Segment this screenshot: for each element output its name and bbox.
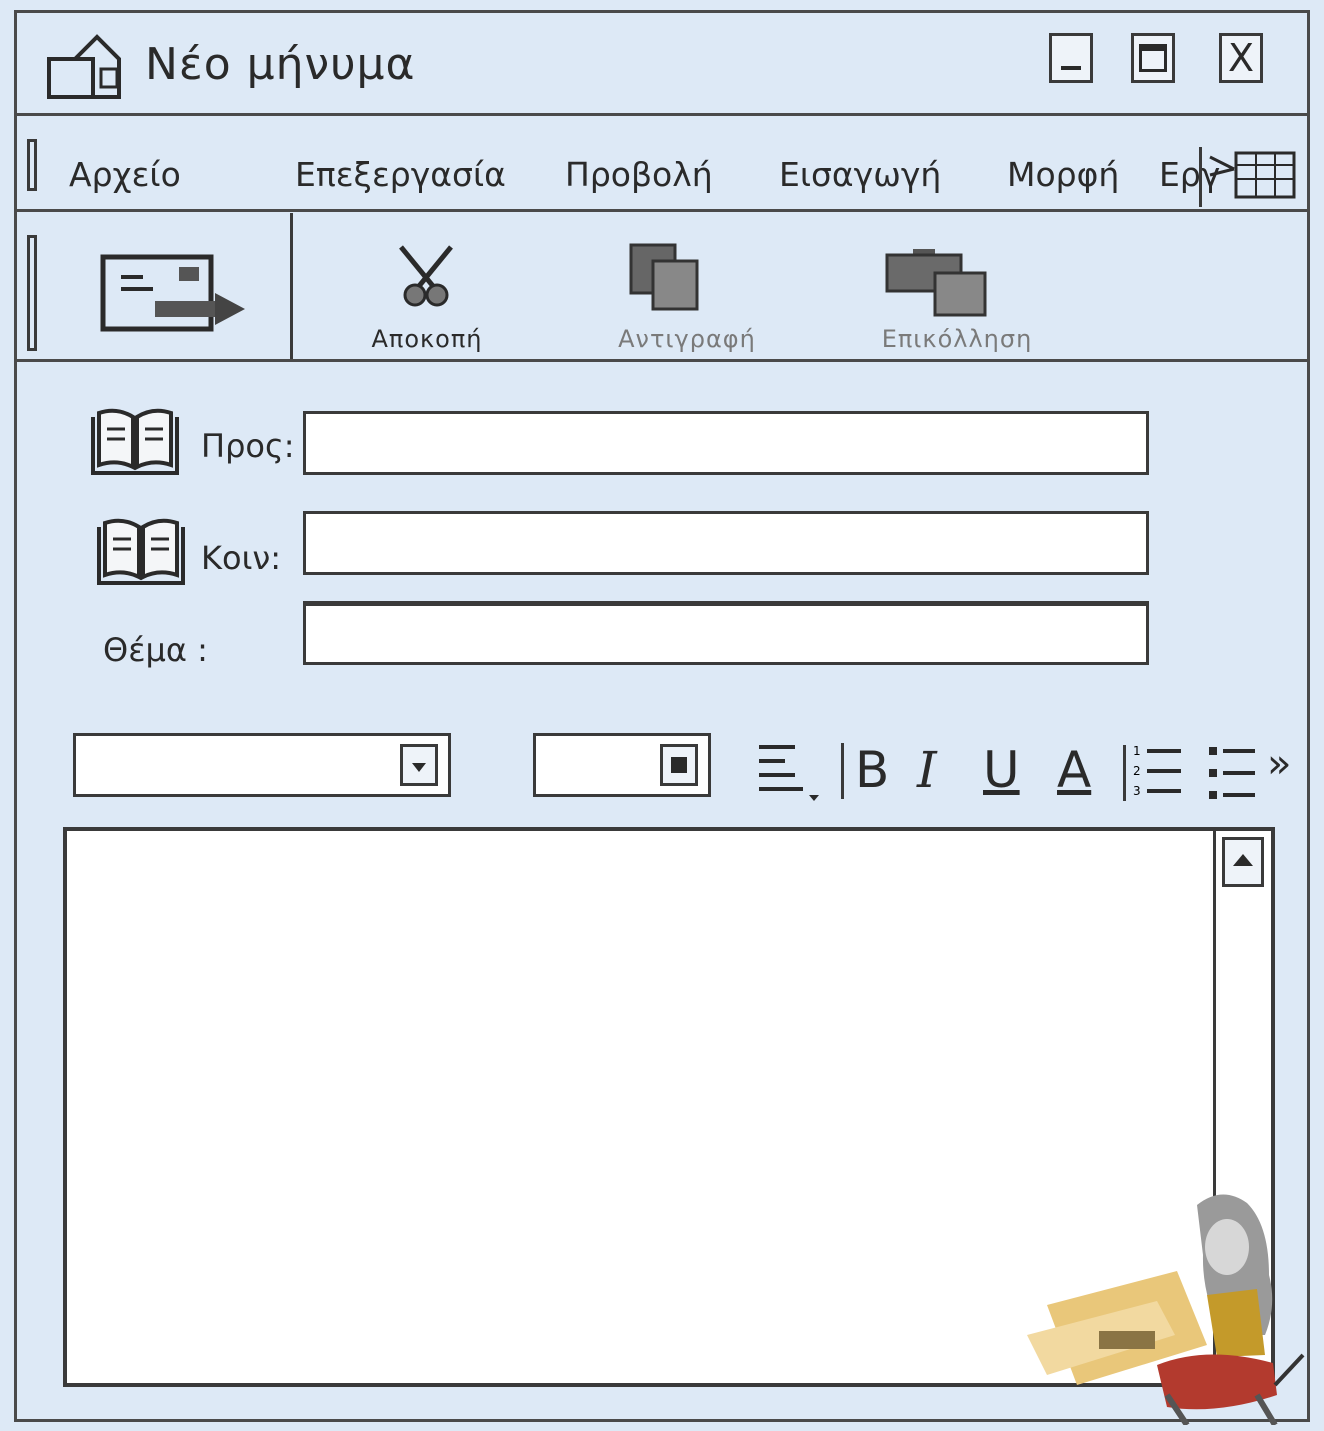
address-book-icon[interactable]: [87, 407, 183, 479]
format-separator: [841, 743, 844, 799]
address-book-icon[interactable]: [93, 517, 189, 589]
close-button[interactable]: X: [1219, 33, 1263, 83]
scroll-up-button[interactable]: [1222, 837, 1264, 887]
send-button[interactable]: [43, 213, 293, 359]
cc-input[interactable]: [303, 511, 1149, 575]
copy-icon: [629, 243, 699, 311]
window-title: Νέο μήνυμα: [145, 39, 416, 90]
subject-row: Θέμα :: [77, 601, 1157, 671]
to-input[interactable]: [303, 411, 1149, 475]
to-row: Προς:: [77, 408, 1157, 481]
menu-insert[interactable]: Εισαγωγή: [779, 155, 941, 194]
paste-button[interactable]: Επικόλληση: [857, 243, 1057, 357]
menu-file[interactable]: Αρχείο: [69, 155, 181, 194]
send-envelope-icon: [100, 254, 245, 332]
menu-edit[interactable]: Επεξεργασία: [295, 155, 506, 194]
paragraph-style-icon[interactable]: [755, 735, 825, 805]
menu-grip[interactable]: [27, 139, 37, 191]
more-formatting-button[interactable]: »: [1267, 729, 1291, 799]
paste-label: Επικόλληση: [881, 325, 1033, 353]
menu-format[interactable]: Μορφή: [1007, 155, 1119, 194]
maximize-icon: [1139, 44, 1167, 72]
paste-icon: [885, 249, 987, 317]
close-icon: X: [1227, 36, 1255, 80]
svg-text:3: 3: [1133, 784, 1141, 798]
cc-row: Κοιν:: [77, 511, 1157, 585]
numbered-list-icon[interactable]: 1 2 3: [1131, 735, 1191, 805]
italic-button[interactable]: I: [917, 735, 937, 805]
title-bar: Νέο μήνυμα X: [17, 13, 1307, 116]
svg-text:2: 2: [1133, 764, 1141, 778]
cut-label: Αποκοπή: [371, 325, 483, 353]
menu-overflow-button[interactable]: [1199, 147, 1303, 207]
menu-view[interactable]: Προβολή: [565, 155, 713, 194]
envelope-app-icon: [47, 34, 121, 99]
cut-button[interactable]: Αποκοπή: [327, 243, 527, 357]
size-dropdown-button[interactable]: [660, 744, 698, 786]
font-dropdown-button[interactable]: [400, 744, 438, 786]
girl-at-desk-illustration: [1027, 1194, 1305, 1425]
size-select[interactable]: [533, 733, 711, 797]
new-message-window: Νέο μήνυμα X Αρχείο Επεξεργασία Προβολή …: [14, 10, 1310, 1425]
maximize-button[interactable]: [1131, 33, 1175, 83]
chevron-down-icon: [412, 763, 426, 772]
svg-text:1: 1: [1133, 744, 1141, 758]
bold-button[interactable]: B: [855, 735, 889, 805]
menu-bar: Αρχείο Επεξεργασία Προβολή Εισαγωγή Μορφ…: [17, 117, 1307, 212]
minimize-button[interactable]: [1049, 33, 1093, 83]
minimize-icon: [1061, 66, 1081, 70]
bullet-list-icon[interactable]: [1205, 735, 1265, 805]
chevron-down-icon: [671, 757, 687, 773]
scissors-icon: [399, 245, 453, 307]
font-color-button[interactable]: A: [1057, 735, 1091, 805]
copy-label: Αντιγραφή: [618, 325, 756, 353]
toolbar-grip[interactable]: [27, 235, 37, 351]
toolbar: Αποκοπή Αντιγραφή Επικόλληση: [17, 213, 1307, 362]
copy-button[interactable]: Αντιγραφή: [587, 243, 787, 357]
to-label: Προς:: [201, 427, 295, 465]
subject-label: Θέμα :: [103, 631, 208, 669]
chevron-up-icon: [1233, 854, 1253, 866]
font-select[interactable]: [73, 733, 451, 797]
underline-button[interactable]: U: [983, 735, 1020, 805]
calendar-icon: [1209, 151, 1296, 199]
cc-label: Κοιν:: [201, 539, 282, 577]
subject-input[interactable]: [303, 601, 1149, 665]
format-separator: [1123, 745, 1126, 801]
